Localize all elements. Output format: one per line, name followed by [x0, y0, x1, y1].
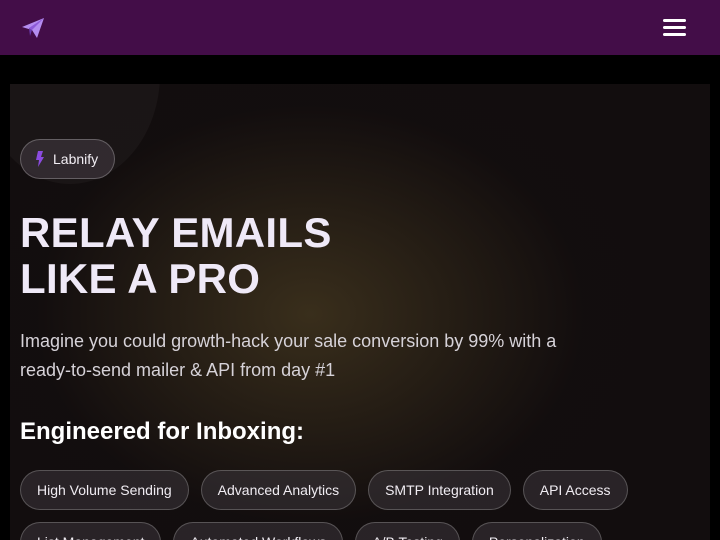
lightning-bolt-icon	[36, 151, 44, 167]
feature-chip[interactable]: Advanced Analytics	[200, 470, 357, 510]
feature-chip[interactable]: A/B Testing	[355, 522, 460, 540]
feature-chip[interactable]: List Management	[20, 522, 162, 540]
paper-plane-icon	[22, 17, 44, 38]
feature-chip[interactable]: API Access	[522, 470, 628, 510]
menu-bar	[663, 33, 686, 36]
logo-link[interactable]	[20, 15, 46, 41]
menu-bar	[663, 26, 686, 29]
hero-headline: RELAY EMAILS LIKE A PRO	[20, 210, 332, 302]
features-title: Engineered for Inboxing:	[20, 418, 305, 445]
brand-badge[interactable]: Labnify	[20, 139, 116, 179]
headline-line-1: RELAY EMAILS	[20, 209, 332, 256]
hero-section: Labnify RELAY EMAILS LIKE A PRO Imagine …	[10, 84, 710, 540]
menu-bar	[663, 19, 686, 22]
feature-chip[interactable]: SMTP Integration	[368, 470, 511, 510]
feature-chip-list: High Volume Sending Advanced Analytics S…	[20, 470, 710, 540]
hero-subtitle: Imagine you could growth-hack your sale …	[20, 331, 557, 380]
headline-line-2: LIKE A PRO	[20, 255, 261, 302]
hamburger-menu-icon[interactable]	[663, 16, 691, 40]
top-navbar	[0, 0, 720, 55]
feature-chip[interactable]: Personalization	[471, 522, 602, 540]
badge-label: Labnify	[53, 151, 99, 167]
feature-chip[interactable]: Automated Workflows	[173, 522, 344, 540]
feature-chip[interactable]: High Volume Sending	[20, 470, 189, 510]
